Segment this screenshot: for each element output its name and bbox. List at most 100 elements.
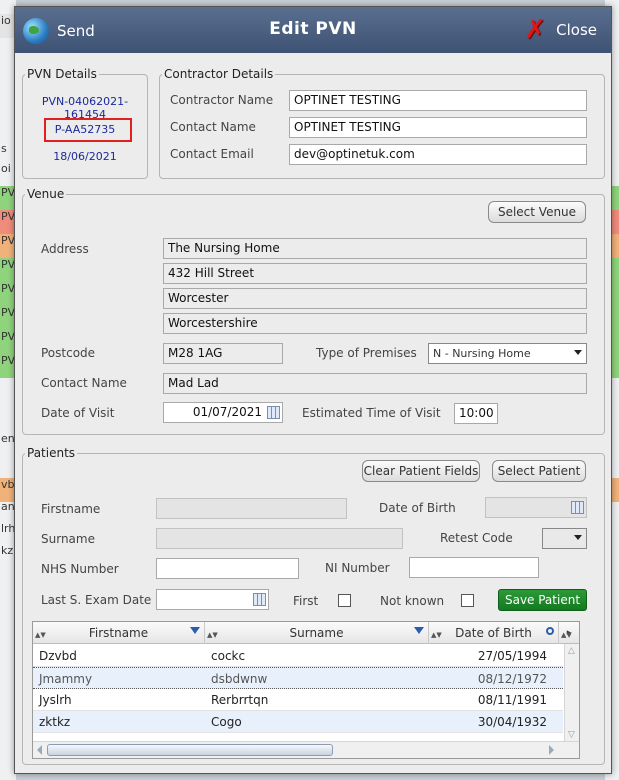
venue-legend: Venue bbox=[27, 187, 65, 201]
edit-pvn-dialog: Send Edit PVN ✗ Close PVN Details PVN-04… bbox=[14, 6, 612, 774]
premises-value: N - Nursing Home bbox=[433, 347, 531, 360]
chevron-down-icon bbox=[574, 535, 582, 540]
last-exam-date-label: Last S. Exam Date bbox=[41, 593, 152, 607]
column-header-firstname-label: Firstname bbox=[88, 626, 149, 640]
cell-dob: 08/12/1972 bbox=[477, 672, 547, 686]
venue-group: Venue bbox=[22, 187, 605, 435]
scroll-left-icon[interactable] bbox=[37, 745, 42, 755]
table-row[interactable]: Jyslrh Rerbrrtqn 08/11/1991 bbox=[33, 689, 563, 711]
last-exam-date-field[interactable] bbox=[156, 589, 269, 610]
calendar-icon[interactable] bbox=[571, 501, 584, 514]
cell-firstname: Jmammy bbox=[39, 672, 93, 686]
column-header-surname-label: Surname bbox=[289, 626, 344, 640]
patient-ref: P-AA52735 bbox=[54, 123, 116, 136]
visit-time-field[interactable]: 10:00 bbox=[454, 403, 498, 424]
cell-dob: 30/04/1932 bbox=[477, 715, 547, 729]
select-venue-button[interactable]: Select Venue bbox=[488, 201, 586, 223]
clear-patient-fields-button[interactable]: Clear Patient Fields bbox=[362, 460, 480, 482]
pvn-date: 18/06/2021 bbox=[53, 150, 117, 163]
table-row[interactable]: zktkz Cogo 30/04/1932 bbox=[33, 711, 563, 733]
calendar-icon[interactable] bbox=[253, 593, 266, 606]
cell-firstname: Jyslrh bbox=[39, 693, 72, 707]
premises-select[interactable]: N - Nursing Home bbox=[428, 343, 587, 364]
close-button[interactable]: ✗ Close bbox=[524, 17, 597, 43]
grid-header: ▲▼ Firstname ▲▼ Surname ▲▼ Date of Birth… bbox=[33, 622, 579, 644]
patients-legend: Patients bbox=[27, 446, 76, 460]
contact-email-label: Contact Email bbox=[170, 147, 254, 161]
ni-number-label: NI Number bbox=[325, 561, 390, 575]
postcode-label: Postcode bbox=[41, 346, 96, 360]
contact-name-field[interactable]: OPTINET TESTING bbox=[289, 117, 587, 138]
firstname-label: Firstname bbox=[41, 502, 101, 516]
contact-email-field[interactable]: dev@optinetuk.com bbox=[289, 144, 587, 165]
visit-time-label: Estimated Time of Visit bbox=[302, 406, 441, 420]
visit-date-field[interactable]: 01/07/2021 bbox=[163, 402, 283, 423]
dob-label: Date of Birth bbox=[379, 501, 456, 515]
first-checkbox[interactable] bbox=[338, 594, 351, 607]
table-row[interactable]: Dzvbd cockc 27/05/1994 bbox=[33, 645, 563, 667]
cell-surname: cockc bbox=[211, 649, 246, 663]
retest-code-select[interactable] bbox=[542, 528, 587, 549]
close-label: Close bbox=[556, 21, 597, 39]
premises-label: Type of Premises bbox=[316, 346, 417, 360]
cell-surname: Cogo bbox=[211, 715, 242, 729]
not-known-checkbox[interactable] bbox=[461, 594, 474, 607]
contractor-name-field[interactable]: OPTINET TESTING bbox=[289, 90, 587, 111]
table-row[interactable]: Jmammy dsbdwnw 08/12/1972 bbox=[33, 667, 563, 689]
title-bar: Send Edit PVN ✗ Close bbox=[15, 7, 611, 53]
postcode-field[interactable]: M28 1AG bbox=[163, 343, 283, 364]
cell-surname: Rerbrrtqn bbox=[211, 693, 269, 707]
sort-icon: ▲▼ bbox=[35, 631, 46, 639]
venue-contact-label: Contact Name bbox=[41, 376, 127, 390]
not-known-label: Not known bbox=[380, 594, 445, 608]
contractor-details-legend: Contractor Details bbox=[164, 67, 274, 81]
firstname-field[interactable] bbox=[156, 498, 347, 519]
pvn-details-legend: PVN Details bbox=[27, 67, 97, 81]
column-header-surname[interactable]: ▲▼ Surname bbox=[205, 622, 429, 644]
retest-code-label: Retest Code bbox=[440, 531, 513, 545]
dialog-title: Edit PVN bbox=[269, 19, 357, 39]
column-scroll-right[interactable]: ▲▼ ▸ bbox=[559, 622, 579, 644]
horizontal-scroll-thumb[interactable] bbox=[47, 744, 333, 756]
sort-icon: ▲▼ bbox=[207, 631, 218, 639]
visit-date-value: 01/07/2021 bbox=[192, 405, 262, 419]
ni-number-field[interactable] bbox=[409, 557, 539, 578]
address-label: Address bbox=[41, 242, 89, 256]
patients-grid: ▲▼ Firstname ▲▼ Surname ▲▼ Date of Birth… bbox=[32, 621, 580, 759]
surname-label: Surname bbox=[41, 532, 95, 546]
close-icon: ✗ bbox=[524, 15, 547, 45]
address-line-2[interactable]: 432 Hill Street bbox=[163, 263, 587, 284]
address-line-3[interactable]: Worcester bbox=[163, 288, 587, 309]
scroll-right-icon[interactable] bbox=[549, 745, 554, 755]
sort-icon: ▲▼ bbox=[431, 631, 442, 639]
calendar-icon[interactable] bbox=[267, 406, 280, 419]
surname-field[interactable] bbox=[156, 528, 403, 549]
filter-icon[interactable] bbox=[414, 627, 424, 634]
grid-horizontal-scrollbar[interactable] bbox=[33, 741, 579, 758]
scroll-up-icon[interactable]: △ bbox=[568, 646, 575, 656]
nhs-number-field[interactable] bbox=[156, 558, 299, 579]
column-header-firstname[interactable]: ▲▼ Firstname bbox=[33, 622, 205, 644]
column-header-dob-label: Date of Birth bbox=[455, 626, 532, 640]
nhs-number-label: NHS Number bbox=[41, 562, 119, 576]
grid-vertical-scrollbar[interactable]: △ ▽ bbox=[564, 644, 579, 742]
select-patient-button[interactable]: Select Patient bbox=[492, 460, 586, 482]
venue-contact-field[interactable]: Mad Lad bbox=[163, 373, 587, 394]
filter-icon[interactable] bbox=[190, 627, 200, 634]
cell-firstname: Dzvbd bbox=[39, 649, 77, 663]
contractor-name-label: Contractor Name bbox=[170, 93, 274, 107]
cell-firstname: zktkz bbox=[39, 715, 71, 729]
scroll-down-icon[interactable]: ▽ bbox=[568, 730, 575, 740]
contact-name-label: Contact Name bbox=[170, 120, 256, 134]
cell-dob: 27/05/1994 bbox=[477, 649, 547, 663]
chevron-down-icon bbox=[574, 350, 582, 355]
address-line-1[interactable]: The Nursing Home bbox=[163, 238, 587, 259]
cell-surname: dsbdwnw bbox=[211, 672, 268, 686]
search-icon[interactable] bbox=[546, 627, 554, 635]
first-label: First bbox=[293, 594, 319, 608]
dob-field[interactable] bbox=[485, 497, 587, 518]
address-line-4[interactable]: Worcestershire bbox=[163, 313, 587, 334]
sort-icon: ▲▼ bbox=[561, 631, 572, 639]
save-patient-button[interactable]: Save Patient bbox=[498, 589, 587, 611]
column-header-dob[interactable]: ▲▼ Date of Birth bbox=[429, 622, 559, 644]
